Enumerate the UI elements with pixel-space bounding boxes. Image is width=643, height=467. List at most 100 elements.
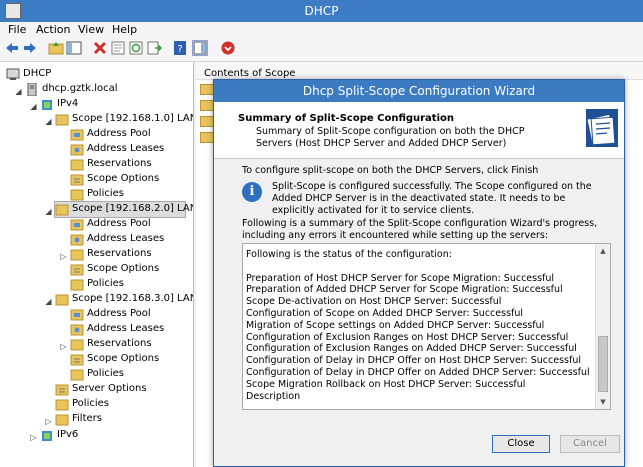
tree-node-scope-lan2[interactable]: Scope [192.168.2.0] LAN2 — [54, 201, 193, 218]
window-titlebar[interactable]: DHCP — [0, 0, 643, 22]
scope-options-icon — [70, 173, 84, 186]
tree-node-server[interactable]: dhcp.gztk.local — [25, 82, 185, 97]
status-line: Preparation of Added DHCP Server for Sco… — [246, 284, 563, 296]
tree-expand-ipv6[interactable]: ▷ — [29, 433, 38, 442]
status-line: Following is the status of the configura… — [246, 249, 452, 260]
tree-node-address-pool[interactable]: Address Pool — [70, 217, 190, 232]
wizard-header-subtitle: Summary of Split-Scope configuration on … — [256, 126, 525, 149]
help-icon[interactable]: ? — [172, 40, 188, 56]
refresh-icon[interactable] — [128, 40, 144, 56]
folder-icon — [200, 116, 214, 127]
ipv4-icon — [40, 98, 54, 111]
stop-icon[interactable] — [220, 40, 236, 56]
menu-action[interactable]: Action — [36, 23, 70, 36]
tree-node-scope-options[interactable]: Scope Options — [70, 262, 190, 277]
tree-node-filters[interactable]: Filters — [55, 412, 185, 427]
svg-text:?: ? — [177, 44, 182, 55]
forward-arrow-icon[interactable] — [22, 40, 38, 56]
ipv6-icon — [40, 429, 54, 442]
tree-node-reservations[interactable]: Reservations — [70, 247, 190, 262]
policies-icon — [70, 278, 84, 291]
tree-node-reservations[interactable]: Reservations — [70, 157, 190, 172]
tree-collapse-server[interactable]: ◢ — [14, 87, 23, 96]
tree-collapse-scope3[interactable]: ◢ — [44, 297, 53, 306]
tree-node-scope-lan1[interactable]: Scope [192.168.1.0] LAN1 — [55, 112, 193, 127]
tree-node-scope-options[interactable]: Scope Options — [70, 172, 190, 187]
close-button[interactable]: Close — [492, 435, 550, 453]
tree-node-ipv4-policies[interactable]: Policies — [55, 397, 185, 412]
toolbar: ? — [0, 37, 643, 62]
policies-icon — [70, 188, 84, 201]
reservations-icon — [70, 248, 84, 261]
address-pool-icon — [70, 308, 84, 321]
tree-node-policies[interactable]: Policies — [70, 187, 190, 202]
tree-node-policies[interactable]: Policies — [70, 367, 190, 382]
tree-expand-reservations[interactable]: ▷ — [59, 342, 68, 351]
scroll-up-arrow-icon[interactable]: ▲ — [596, 244, 610, 258]
tree-node-scope-lan3[interactable]: Scope [192.168.3.0] LAN3 — [55, 292, 193, 307]
menu-view[interactable]: View — [78, 23, 104, 36]
policies-icon — [55, 398, 69, 411]
menu-help[interactable]: Help — [112, 23, 137, 36]
scroll-down-arrow-icon[interactable]: ▼ — [596, 395, 610, 409]
split-scope-wizard-dialog[interactable]: Dhcp Split-Scope Configuration Wizard Su… — [213, 79, 625, 467]
tree-node-address-leases[interactable]: Address Leases — [70, 322, 190, 337]
folder-icon — [55, 113, 69, 126]
tree-expand-reservations[interactable]: ▷ — [59, 252, 68, 261]
delete-icon[interactable] — [92, 40, 108, 56]
status-line: Configuration of Exclusion Ranges on Hos… — [246, 331, 569, 343]
cancel-button[interactable]: Cancel — [560, 435, 620, 453]
scrollbar-thumb[interactable] — [598, 336, 608, 392]
status-line: Configuration of Scope on Added DHCP Ser… — [246, 307, 524, 319]
address-pool-icon — [70, 128, 84, 141]
tree-node-scope-options[interactable]: Scope Options — [70, 352, 190, 367]
tree-node-policies[interactable]: Policies — [70, 277, 190, 292]
tree-expand-filters[interactable]: ▷ — [44, 417, 53, 426]
up-folder-icon[interactable] — [48, 40, 64, 56]
tree-node-server-options[interactable]: Server Options — [55, 382, 185, 397]
server-options-icon — [55, 383, 69, 396]
results-column-header[interactable]: Contents of Scope — [196, 62, 643, 80]
tree-node-reservations[interactable]: Reservations — [70, 337, 190, 352]
wizard-intro-text: To configure split-scope on both the DHC… — [242, 165, 539, 176]
tree-collapse-scope2[interactable]: ◢ — [44, 207, 53, 216]
back-arrow-icon[interactable] — [4, 40, 20, 56]
tree-node-address-leases[interactable]: Address Leases — [70, 142, 190, 157]
export-list-icon[interactable] — [146, 40, 162, 56]
wizard-summary-text: Following is a summary of the Split-Scop… — [242, 218, 598, 241]
status-line: Configuration of Delay in DHCP Offer on … — [246, 366, 590, 378]
status-line: Migration of Scope settings on Added DHC… — [246, 319, 545, 331]
dhcp-root-icon — [6, 68, 20, 81]
show-hide-action-pane-icon[interactable] — [192, 40, 208, 56]
tree-node-address-pool[interactable]: Address Pool — [70, 127, 190, 142]
status-line: Scope Migration Rollback on Host DHCP Se… — [246, 378, 526, 390]
console-tree[interactable]: DHCP ◢ dhcp.gztk.local ◢ IPv4 ◢ Scope [1… — [0, 62, 194, 467]
folder-icon — [200, 100, 214, 111]
folder-icon — [55, 203, 69, 216]
reservations-icon — [70, 338, 84, 351]
tree-node-dhcp[interactable]: DHCP — [6, 67, 156, 82]
wizard-title: Dhcp Split-Scope Configuration Wizard — [302, 84, 536, 98]
menu-bar: File Action View Help — [0, 22, 643, 37]
status-line: Configuration of Exclusion Ranges on Add… — [246, 343, 577, 355]
tree-node-address-pool[interactable]: Address Pool — [70, 307, 190, 322]
tree-node-address-leases[interactable]: Address Leases — [70, 232, 190, 247]
configuration-status-textbox[interactable]: Following is the status of the configura… — [242, 243, 611, 410]
properties-icon[interactable] — [110, 40, 126, 56]
tree-collapse-scope1[interactable]: ◢ — [44, 117, 53, 126]
tree-node-ipv4[interactable]: IPv4 — [40, 97, 180, 112]
menu-file[interactable]: File — [8, 23, 26, 36]
wizard-titlebar[interactable]: Dhcp Split-Scope Configuration Wizard — [214, 80, 624, 102]
address-leases-icon — [70, 143, 84, 156]
status-line: Description — [246, 390, 301, 402]
show-hide-tree-icon[interactable] — [66, 40, 82, 56]
tree-collapse-ipv4[interactable]: ◢ — [29, 102, 38, 111]
status-line: Preparation of Host DHCP Server for Scop… — [246, 272, 555, 284]
status-line: Configuration of Delay in DHCP Offer on … — [246, 355, 581, 367]
tree-node-ipv6[interactable]: IPv6 — [40, 428, 170, 443]
status-lines: Following is the status of the configura… — [246, 249, 591, 402]
status-line: Scope De-activation on Host DHCP Server:… — [246, 296, 502, 308]
policies-icon — [70, 368, 84, 381]
window-title: DHCP — [304, 4, 339, 18]
address-pool-icon — [70, 218, 84, 231]
